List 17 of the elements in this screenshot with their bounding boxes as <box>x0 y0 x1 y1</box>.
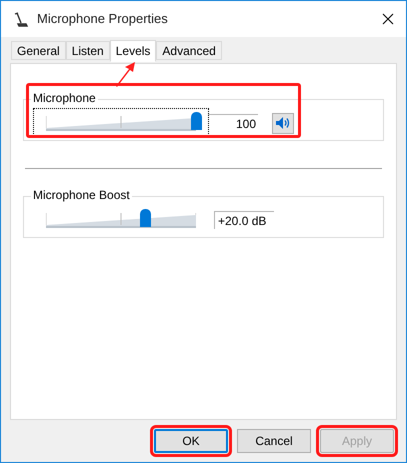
volume-slider[interactable] <box>34 109 208 137</box>
tab[interactable]: Advanced <box>156 41 222 60</box>
microphone-icon <box>13 11 29 27</box>
level-value: 100 <box>208 114 258 132</box>
tab[interactable]: Listen <box>66 41 110 60</box>
tab[interactable]: Levels <box>110 40 156 62</box>
slider-thumb[interactable] <box>190 112 202 130</box>
close-icon[interactable] <box>382 13 394 25</box>
boost-value: +20.0 dB <box>214 211 274 229</box>
window-title: Microphone Properties <box>37 10 169 28</box>
tab[interactable]: General <box>11 41 66 60</box>
group-label: Microphone <box>31 91 98 105</box>
dialog-button[interactable]: Cancel <box>237 429 311 453</box>
slider-thumb[interactable] <box>140 209 150 227</box>
mute-button[interactable] <box>272 112 294 134</box>
group-label: Microphone Boost <box>31 188 132 202</box>
speaker-icon <box>276 117 290 129</box>
